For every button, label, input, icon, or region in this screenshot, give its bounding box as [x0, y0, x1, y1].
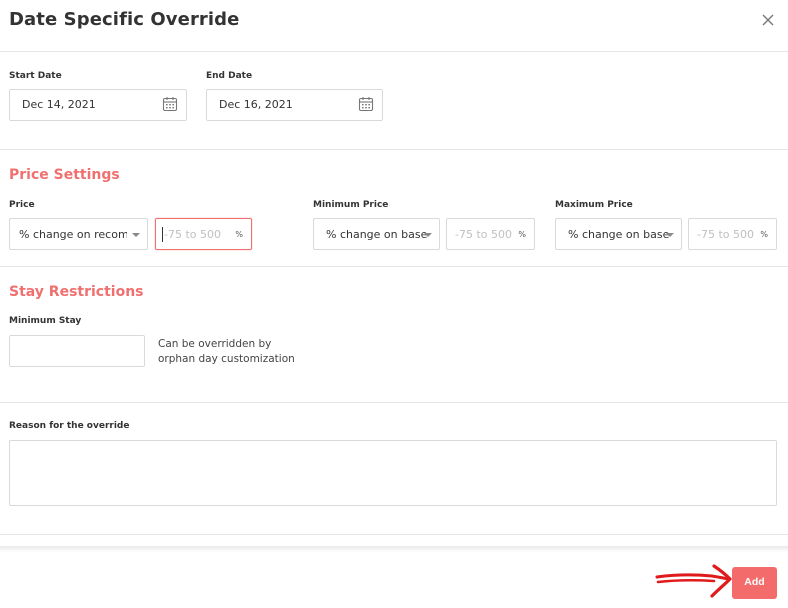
minimum-price-percent-input[interactable]: -75 to 500 % [446, 218, 535, 250]
end-date-field[interactable]: Dec 16, 2021 [206, 89, 383, 121]
chevron-down-icon [424, 233, 432, 237]
minimum-price-mode-select[interactable]: % change on base [313, 218, 440, 250]
calendar-icon[interactable] [162, 96, 178, 112]
maximum-price-percent-input[interactable]: -75 to 500 % [688, 218, 777, 250]
minimum-price-mode-value: % change on base [326, 228, 428, 241]
start-date-label: Start Date [9, 71, 62, 81]
minimum-price-percent-placeholder: -75 to 500 [455, 228, 512, 241]
minimum-stay-input[interactable] [9, 335, 145, 367]
price-settings-title: Price Settings [9, 167, 120, 183]
divider [0, 402, 788, 403]
add-button[interactable]: Add [732, 567, 777, 599]
maximum-price-percent-placeholder: -75 to 500 [697, 228, 754, 241]
chevron-down-icon [666, 233, 674, 237]
maximum-price-mode-value: % change on base [568, 228, 670, 241]
minimum-stay-help: Can be overridden by orphan day customiz… [158, 337, 295, 367]
minimum-stay-label: Minimum Stay [9, 316, 82, 326]
help-line: orphan day customization [158, 353, 295, 365]
override-modal: Date Specific Override Start Date Dec 14… [0, 0, 788, 608]
start-date-value: Dec 14, 2021 [22, 98, 96, 111]
maximum-price-label: Maximum Price [555, 200, 633, 210]
end-date-label: End Date [206, 71, 253, 81]
close-icon[interactable] [758, 10, 778, 30]
end-date-value: Dec 16, 2021 [219, 98, 293, 111]
start-date-field[interactable]: Dec 14, 2021 [9, 89, 187, 121]
divider [0, 534, 788, 535]
modal-header: Date Specific Override [0, 0, 788, 52]
footer-separator [0, 546, 788, 552]
help-line: Can be overridden by [158, 338, 272, 350]
text-cursor [162, 227, 163, 242]
stay-restrictions-title: Stay Restrictions [9, 284, 144, 300]
percent-unit: % [235, 230, 243, 239]
price-percent-placeholder: -75 to 500 [164, 228, 221, 241]
calendar-icon[interactable] [358, 96, 374, 112]
maximum-price-mode-select[interactable]: % change on base [555, 218, 682, 250]
percent-unit: % [518, 230, 526, 239]
modal-title: Date Specific Override [9, 9, 240, 30]
annotation-arrow-icon [655, 564, 732, 598]
reason-label: Reason for the override [9, 421, 130, 431]
divider [0, 266, 788, 267]
add-button-label: Add [744, 576, 765, 588]
divider [0, 149, 788, 150]
price-mode-value: % change on recommended [19, 228, 127, 241]
reason-textarea[interactable] [9, 440, 777, 506]
percent-unit: % [760, 230, 768, 239]
chevron-down-icon [132, 233, 140, 237]
price-label: Price [9, 200, 35, 210]
price-mode-select[interactable]: % change on recommended [9, 218, 148, 250]
price-percent-input[interactable]: -75 to 500 % [155, 218, 252, 250]
minimum-price-label: Minimum Price [313, 200, 389, 210]
